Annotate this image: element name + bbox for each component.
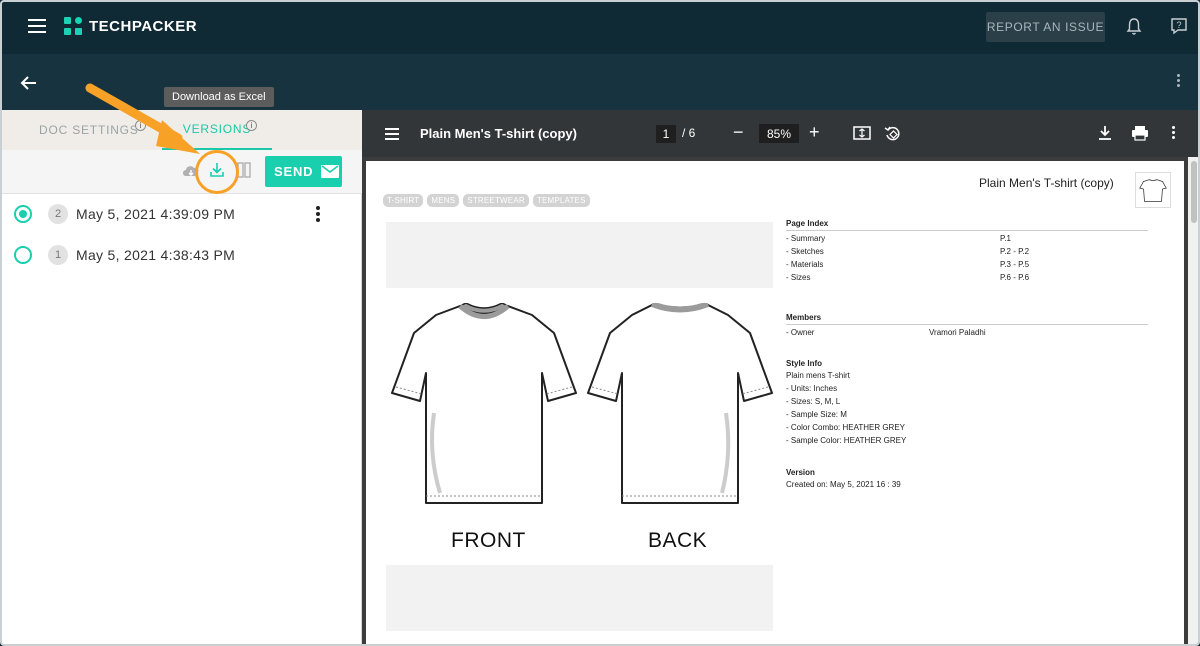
print-icon[interactable] <box>1131 125 1149 141</box>
version-item[interactable]: 2 May 5, 2021 4:39:09 PM <box>2 194 362 234</box>
index-row: - Sketches P.2 - P.2 <box>786 247 1030 256</box>
document-title: Plain Men's T-shirt (copy) <box>979 176 1114 190</box>
style-line: Plain mens T-shirt <box>786 371 850 380</box>
pdf-page: Plain Men's T-shirt (copy) T-SHIRT MENS … <box>366 161 1184 644</box>
help-icon[interactable]: ? <box>1170 17 1188 35</box>
send-button[interactable]: SEND <box>265 156 342 187</box>
rotate-icon[interactable] <box>884 125 902 143</box>
style-line: - Sample Color: HEATHER GREY <box>786 436 907 445</box>
svg-text:?: ? <box>1176 20 1181 30</box>
app-window: TECHPACKER REPORT AN ISSUE ? DOC SETTING… <box>0 0 1200 646</box>
index-row: - Sizes P.6 - P.6 <box>786 273 1030 282</box>
page-index-heading: Page Index <box>786 219 1148 231</box>
version-date: May 5, 2021 4:39:09 PM <box>76 206 236 222</box>
style-info-section: Style Info Plain mens T-shirt - Units: I… <box>786 359 1148 449</box>
version-radio[interactable] <box>14 205 32 223</box>
version-created: Created on: May 5, 2021 16 : 39 <box>786 480 901 489</box>
placeholder-box <box>386 222 773 288</box>
hamburger-menu-icon[interactable] <box>28 19 46 33</box>
version-number: 2 <box>48 204 68 224</box>
zoom-level-input[interactable]: 85% <box>759 124 799 143</box>
style-line: - Units: Inches <box>786 384 838 393</box>
member-row: - Owner Vramori Paladhi <box>786 328 986 337</box>
page-total: / 6 <box>682 126 696 140</box>
viewer-scrollbar[interactable] <box>1188 157 1198 644</box>
tag: STREETWEAR <box>463 194 529 207</box>
members-heading: Members <box>786 313 1148 325</box>
fit-page-icon[interactable] <box>853 125 871 141</box>
send-label: SEND <box>274 164 314 179</box>
tshirt-front-sketch <box>391 303 577 504</box>
version-menu-icon[interactable] <box>314 206 322 222</box>
version-heading: Version <box>786 468 815 477</box>
tag: T-SHIRT <box>383 194 424 207</box>
version-date: May 5, 2021 4:38:43 PM <box>76 247 236 263</box>
members-section: Members - Owner Vramori Paladhi <box>786 313 1148 341</box>
zoom-in-icon[interactable]: + <box>809 122 820 142</box>
back-label: BACK <box>648 529 708 552</box>
tag: TEMPLATES <box>532 194 590 207</box>
version-radio[interactable] <box>14 246 32 264</box>
download-icon[interactable] <box>1097 125 1113 141</box>
version-item[interactable]: 1 May 5, 2021 4:38:43 PM <box>2 235 362 275</box>
mail-icon <box>321 165 340 178</box>
tag: MENS <box>427 194 460 207</box>
style-info-heading: Style Info <box>786 359 823 368</box>
tshirt-thumbnail <box>1135 172 1171 208</box>
version-section: Version Created on: May 5, 2021 16 : 39 <box>786 468 1148 493</box>
page-number-input[interactable]: 1 <box>656 125 676 143</box>
report-issue-button[interactable]: REPORT AN ISSUE <box>986 12 1105 42</box>
back-arrow-icon[interactable] <box>20 74 38 92</box>
annotation-arrow-icon <box>85 83 200 154</box>
more-options-icon[interactable] <box>1174 74 1182 90</box>
top-bar: TECHPACKER REPORT AN ISSUE ? <box>2 2 1198 54</box>
page-index-section: Page Index - Summary P.1 - Sketches P.2 - … <box>786 219 1148 286</box>
style-line: - Color Combo: HEATHER GREY <box>786 423 905 432</box>
viewer-title: Plain Men's T-shirt (copy) <box>420 126 577 141</box>
techpacker-logo-icon <box>64 17 82 35</box>
viewer-menu-icon[interactable] <box>385 128 399 140</box>
left-panel: DOC SETTINGS i VERSIONS i SEND 2 May 5, … <box>2 110 362 644</box>
tshirt-back-sketch <box>587 303 773 504</box>
placeholder-box <box>386 565 773 631</box>
style-line: - Sample Size: M <box>786 410 847 419</box>
viewer-toolbar: Plain Men's T-shirt (copy) 1 / 6 − 85% + <box>362 110 1198 157</box>
style-line: - Sizes: S, M, L <box>786 397 841 406</box>
versions-info-icon[interactable]: i <box>246 120 257 131</box>
zoom-out-icon[interactable]: − <box>733 122 744 142</box>
version-number: 1 <box>48 245 68 265</box>
front-label: FRONT <box>451 529 526 552</box>
viewer-more-icon[interactable] <box>1170 126 1176 142</box>
tag-list: T-SHIRT MENS STREETWEAR TEMPLATES <box>383 194 590 207</box>
index-row: - Materials P.3 - P.5 <box>786 260 1030 269</box>
bell-icon[interactable] <box>1126 18 1142 36</box>
brand-name: TECHPACKER <box>89 18 198 35</box>
index-row: - Summary P.1 <box>786 234 1011 243</box>
